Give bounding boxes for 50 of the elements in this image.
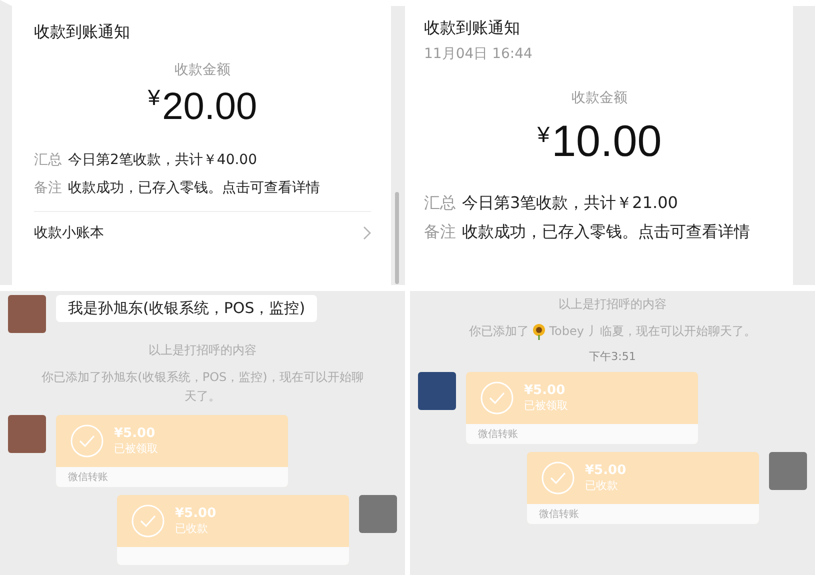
system-message: 你已添加了孙旭东(收银系统，POS，监控)，现在可以开始聊天了。: [40, 369, 364, 406]
detail-value: 收款成功，已存入零钱。点击可查看详情: [68, 179, 320, 198]
sunflower-icon: [532, 324, 546, 340]
system-message: Tobey 丿临夏，现在可以开始聊天了。: [549, 323, 756, 340]
ledger-link[interactable]: 收款小账本: [34, 211, 371, 242]
system-message: 你已添加了: [469, 323, 530, 340]
transfer-status: 已被领取: [524, 398, 568, 414]
check-circle-icon: [541, 461, 575, 496]
check-circle-icon: [131, 504, 165, 538]
transfer-amount: ¥5.00: [585, 463, 626, 478]
check-circle-icon: [70, 424, 104, 458]
transfer-amount: ¥5.00: [114, 426, 156, 441]
transfer-status: 已收款: [585, 478, 619, 494]
notification-title: 收款到账通知: [34, 22, 131, 43]
transfer-amount: ¥5.00: [175, 506, 216, 521]
amount-label: 收款金额: [572, 89, 628, 107]
notification-title: 收款到账通知: [424, 18, 521, 39]
transfer-label: 微信转账: [539, 509, 579, 520]
system-message: 以上是打招呼的内容: [558, 296, 666, 313]
detail-value: 今日第3笔收款，共计￥21.00: [462, 193, 678, 214]
avatar-placeholder: [359, 494, 397, 533]
transfer-status: 已被领取: [114, 440, 158, 456]
detail-label: 汇总: [34, 151, 62, 170]
avatar-placeholder: [8, 295, 46, 333]
detail-label: 备注: [34, 179, 62, 198]
message-bubble: 我是孙旭东(收银系统，POS，监控): [56, 295, 318, 322]
chevron-right-icon: [363, 226, 371, 240]
transfer-status: 已收款: [175, 520, 209, 536]
amount-value: $^{¥}$10.00: [537, 117, 662, 167]
amount-label: 收款金额: [174, 61, 230, 79]
detail-label: 备注: [424, 222, 456, 243]
transfer-card[interactable]: ¥5.00 已被领取 微信转账: [466, 372, 698, 444]
scrollbar[interactable]: [395, 192, 399, 284]
transfer-card[interactable]: ¥5.00 已被领取 微信转账: [56, 414, 288, 487]
avatar-placeholder: [769, 452, 807, 490]
system-message: 以上是打招呼的内容: [148, 342, 256, 359]
transfer-amount: ¥5.00: [524, 383, 566, 398]
avatar-placeholder: [418, 372, 456, 410]
detail-value: 收款成功，已存入零钱。点击可查看详情: [462, 222, 750, 243]
transfer-label: 微信转账: [68, 472, 108, 483]
amount-value: $^{¥}$20.00: [148, 85, 258, 129]
transfer-card[interactable]: ¥5.00 已收款: [117, 494, 349, 565]
avatar-placeholder: [8, 414, 46, 453]
transfer-card[interactable]: ¥5.00 已收款 微信转账: [527, 452, 759, 524]
detail-value: 今日第2笔收款，共计￥40.00: [68, 151, 257, 170]
transfer-label: 微信转账: [478, 429, 518, 440]
message-time: 下午3:51: [589, 349, 636, 364]
check-circle-icon: [480, 381, 514, 416]
notification-time: 11月04日 16:44: [424, 45, 534, 63]
detail-label: 汇总: [424, 193, 456, 214]
